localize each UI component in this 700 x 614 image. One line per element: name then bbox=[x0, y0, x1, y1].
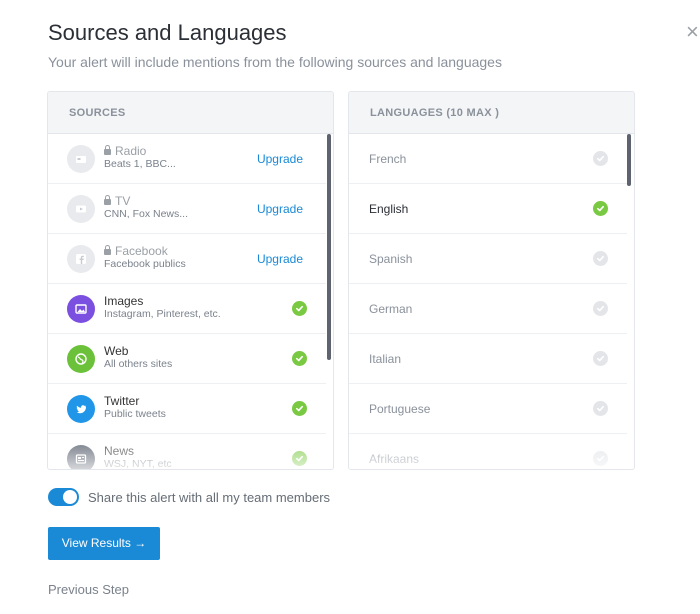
language-name: German bbox=[369, 302, 413, 316]
check-icon[interactable] bbox=[593, 201, 608, 216]
share-label: Share this alert with all my team member… bbox=[88, 490, 331, 505]
language-name: Afrikaans bbox=[369, 452, 420, 466]
source-row-images[interactable]: Images Instagram, Pinterest, etc. bbox=[48, 284, 326, 334]
source-description: Facebook publics bbox=[104, 258, 186, 270]
check-icon[interactable] bbox=[593, 151, 608, 166]
lock-icon bbox=[104, 195, 111, 205]
sources-list: Radio Beats 1, BBC... Upgrade TV CNN, Fox Ne… bbox=[48, 134, 333, 470]
language-name: English bbox=[369, 202, 409, 216]
source-description: Beats 1, BBC... bbox=[104, 158, 176, 170]
language-row-french[interactable]: French bbox=[349, 134, 627, 184]
tv-icon bbox=[67, 195, 95, 223]
language-row-english[interactable]: English bbox=[349, 184, 627, 234]
sources-scrollbar[interactable] bbox=[327, 134, 331, 360]
news-icon bbox=[67, 445, 95, 469]
previous-step-link[interactable]: Previous Step bbox=[48, 582, 129, 597]
globe-icon bbox=[67, 345, 95, 373]
page-title: Sources and Languages bbox=[48, 20, 287, 45]
sources-heading: SOURCES bbox=[48, 92, 333, 134]
source-name: TV bbox=[104, 194, 130, 208]
language-row-afrikaans[interactable]: Afrikaans bbox=[349, 434, 627, 469]
upgrade-link[interactable]: Upgrade bbox=[257, 152, 303, 166]
lock-icon bbox=[104, 245, 111, 255]
source-description: Instagram, Pinterest, etc. bbox=[104, 308, 221, 320]
source-description: CNN, Fox News... bbox=[104, 208, 189, 220]
check-icon[interactable] bbox=[292, 401, 307, 416]
toggle-knob bbox=[63, 490, 77, 504]
source-row-news[interactable]: News WSJ, NYT, etc bbox=[48, 434, 326, 470]
source-description: All others sites bbox=[104, 358, 173, 370]
upgrade-link[interactable]: Upgrade bbox=[257, 202, 303, 216]
language-name: French bbox=[369, 152, 407, 166]
share-toggle[interactable] bbox=[48, 488, 79, 506]
page-subtitle: Your alert will include mentions from th… bbox=[48, 54, 502, 70]
radio-icon bbox=[67, 145, 95, 173]
source-name: Images bbox=[104, 294, 144, 308]
source-row-web[interactable]: Web All others sites bbox=[48, 334, 326, 384]
language-name: Portuguese bbox=[369, 402, 431, 416]
check-icon[interactable] bbox=[593, 301, 608, 316]
close-icon[interactable]: × bbox=[686, 21, 699, 43]
check-icon[interactable] bbox=[593, 351, 608, 366]
check-icon[interactable] bbox=[292, 451, 307, 466]
language-row-portuguese[interactable]: Portuguese bbox=[349, 384, 627, 434]
check-icon[interactable] bbox=[292, 301, 307, 316]
language-row-spanish[interactable]: Spanish bbox=[349, 234, 627, 284]
source-name: Twitter bbox=[104, 394, 140, 408]
check-icon[interactable] bbox=[593, 251, 608, 266]
source-description: Public tweets bbox=[104, 408, 166, 420]
upgrade-link[interactable]: Upgrade bbox=[257, 252, 303, 266]
check-icon[interactable] bbox=[593, 451, 608, 466]
source-name: News bbox=[104, 444, 135, 458]
twitter-icon bbox=[67, 395, 95, 423]
language-row-italian[interactable]: Italian bbox=[349, 334, 627, 384]
check-icon[interactable] bbox=[593, 401, 608, 416]
source-row-twitter[interactable]: Twitter Public tweets bbox=[48, 384, 326, 434]
facebook-icon bbox=[67, 245, 95, 273]
source-description: WSJ, NYT, etc bbox=[104, 458, 172, 470]
source-name: Radio bbox=[104, 144, 146, 158]
check-icon[interactable] bbox=[292, 351, 307, 366]
view-results-button[interactable]: View Results → bbox=[48, 527, 160, 560]
languages-heading: LANGUAGES (10 MAX ) bbox=[349, 92, 634, 134]
sources-panel: SOURCES Radio Beats 1, BBC... Upgrade TV CNN… bbox=[47, 91, 334, 470]
source-row-radio[interactable]: Radio Beats 1, BBC... Upgrade bbox=[48, 134, 326, 184]
image-icon bbox=[67, 295, 95, 323]
language-row-german[interactable]: German bbox=[349, 284, 627, 334]
source-name: Web bbox=[104, 344, 129, 358]
source-name: Facebook bbox=[104, 244, 168, 258]
source-row-facebook[interactable]: Facebook Facebook publics Upgrade bbox=[48, 234, 326, 284]
languages-list: French English Spanish German Italian Portugu… bbox=[349, 134, 634, 469]
language-name: Spanish bbox=[369, 252, 413, 266]
language-name: Italian bbox=[369, 352, 402, 366]
lock-icon bbox=[104, 145, 111, 155]
languages-panel: LANGUAGES (10 MAX ) French English Spanish… bbox=[348, 91, 635, 470]
source-row-tv[interactable]: TV CNN, Fox News... Upgrade bbox=[48, 184, 326, 234]
languages-scrollbar[interactable] bbox=[627, 134, 631, 186]
